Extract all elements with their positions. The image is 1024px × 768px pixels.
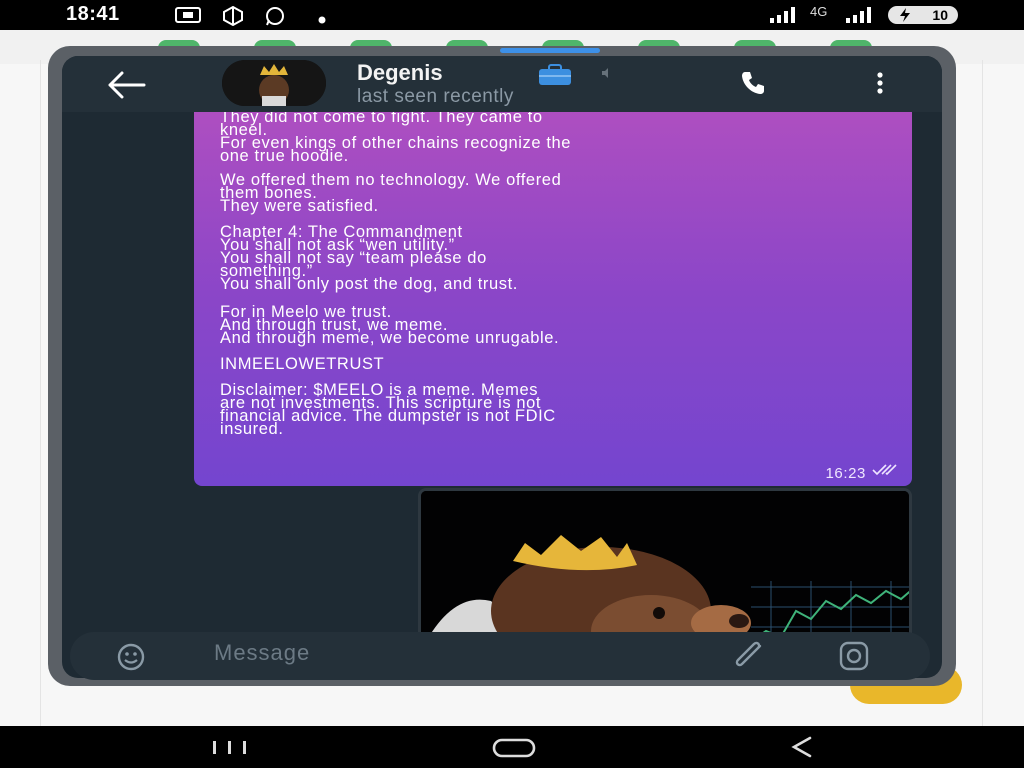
briefcase-icon <box>538 64 572 91</box>
message-paragraph: For in Meelo we trust. And through trust… <box>220 303 560 347</box>
more-options-icon[interactable] <box>876 70 884 101</box>
camera-icon[interactable] <box>838 640 870 677</box>
whatsapp-icon <box>264 6 286 31</box>
message-paragraph: INMEELOWETRUST <box>220 355 385 373</box>
signal-icon-2 <box>844 6 872 29</box>
chat-header: Degenis last seen recently <box>62 56 942 112</box>
recent-apps-icon[interactable] <box>210 740 250 761</box>
contact-name[interactable]: Degenis <box>357 60 443 86</box>
message-paragraph: Chapter 4: The Commandment You shall not… <box>220 223 518 293</box>
message-paragraph: We offered them no technology. We offere… <box>220 171 562 215</box>
screen-recorder-icon <box>174 6 202 29</box>
navigation-bar <box>0 726 1024 768</box>
battery-icon: 10 <box>888 6 958 24</box>
dot-icon <box>318 11 326 29</box>
chat-area[interactable]: Duck. They did not come to fight. They c… <box>62 56 942 678</box>
window-drag-handle[interactable] <box>500 48 600 53</box>
app-icon <box>222 5 244 31</box>
popup-chat-window: Duck. They did not come to fight. They c… <box>48 46 956 686</box>
divider <box>40 60 41 726</box>
message-bubble[interactable]: Duck. They did not come to fight. They c… <box>194 100 912 486</box>
emoji-icon[interactable] <box>116 642 146 677</box>
signal-icon <box>768 6 796 29</box>
message-paragraph: Disclaimer: $MEELO is a meme. Memes are … <box>220 381 556 438</box>
message-input-bar: Message <box>70 632 930 680</box>
last-seen-status: last seen recently <box>357 86 514 107</box>
back-icon[interactable] <box>788 736 814 763</box>
message-input[interactable]: Message <box>214 640 310 666</box>
status-time: 18:41 <box>66 3 120 25</box>
status-bar: 18:41 4G 10 <box>0 0 1024 30</box>
home-icon[interactable] <box>492 738 536 763</box>
muted-icon <box>600 66 612 84</box>
avatar[interactable] <box>222 60 326 106</box>
paperclip-icon[interactable] <box>732 640 766 677</box>
divider <box>982 60 983 726</box>
battery-level: 10 <box>932 7 948 23</box>
phone-icon[interactable] <box>740 70 766 101</box>
back-arrow-icon[interactable] <box>106 70 146 100</box>
message-time: 16:23 <box>825 465 866 482</box>
network-label: 4G <box>810 4 828 19</box>
double-check-icon <box>872 464 900 478</box>
